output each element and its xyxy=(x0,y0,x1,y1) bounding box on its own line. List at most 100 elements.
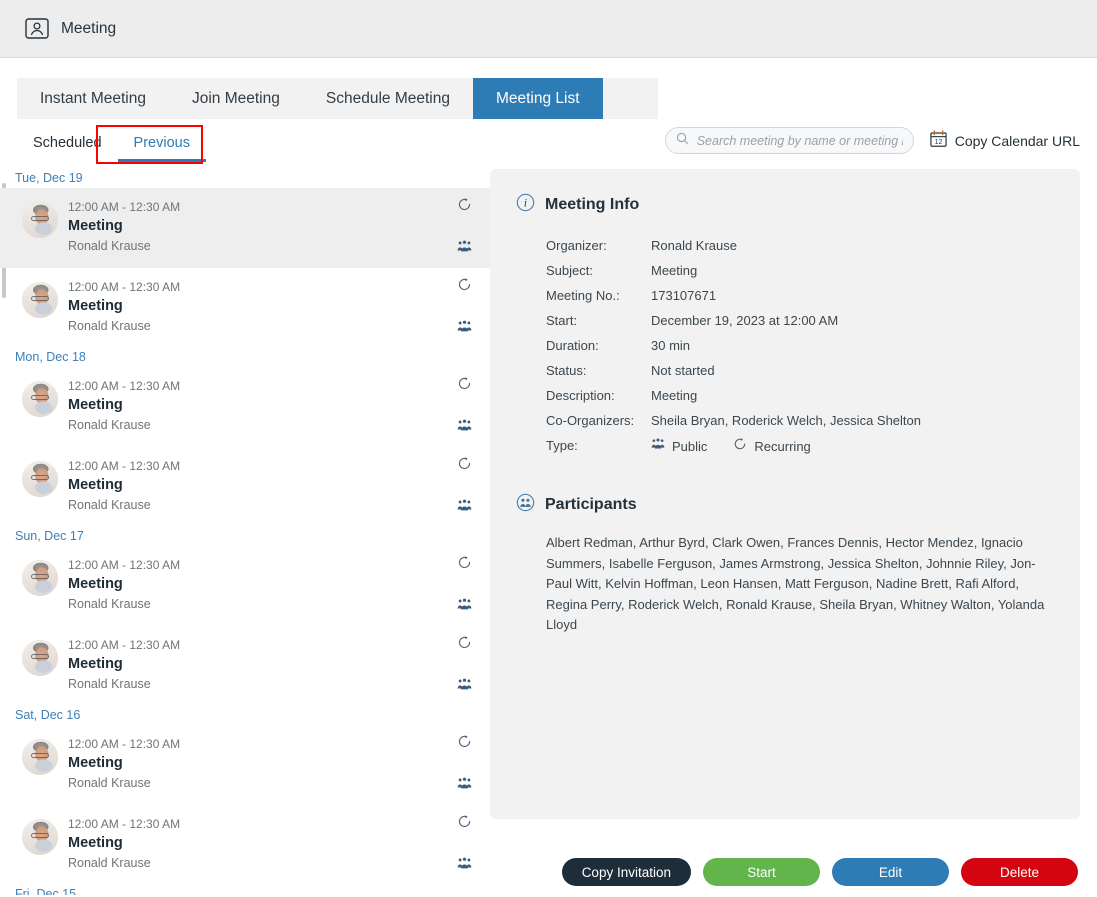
meeting-info-row: Duration: 30 min xyxy=(546,333,921,358)
meeting-organizer: Ronald Krause xyxy=(68,776,151,790)
participants-section: Participants Albert Redman, Arthur Byrd,… xyxy=(516,493,1052,636)
meeting-date-header: Sun, Dec 17 xyxy=(15,529,84,543)
subtab-scheduled[interactable]: Scheduled xyxy=(17,129,118,159)
contact-card-icon xyxy=(25,18,49,39)
meeting-type-recurring-label: Recurring xyxy=(754,438,811,454)
participants-icon xyxy=(457,677,472,697)
meeting-organizer: Ronald Krause xyxy=(68,239,151,253)
meeting-info-row: Description: Meeting xyxy=(546,383,921,408)
subrow-right-controls: 12 Copy Calendar URL xyxy=(664,127,1080,154)
meeting-title: Meeting xyxy=(68,835,123,851)
app-titlebar: Meeting xyxy=(0,0,1097,58)
meeting-row-icons xyxy=(457,456,472,518)
meeting-info-label: Subject: xyxy=(546,263,593,278)
tab-schedule-meeting[interactable]: Schedule Meeting xyxy=(303,78,473,119)
meeting-info-header: i Meeting Info xyxy=(516,193,1052,217)
meeting-row-text: 12:00 AM - 12:30 AM Meeting Ronald Krause xyxy=(68,277,180,336)
tabstrip-wrapper: Instant Meeting Join Meeting Schedule Me… xyxy=(0,58,1097,119)
meeting-details-panel: i Meeting Info Organizer: Ronald Krause Su… xyxy=(490,169,1080,819)
search-icon xyxy=(676,132,689,150)
meeting-info-row: Subject: Meeting xyxy=(546,258,921,283)
search-box[interactable] xyxy=(664,127,914,154)
meeting-date-header: Sat, Dec 16 xyxy=(15,708,81,722)
tab-join-meeting[interactable]: Join Meeting xyxy=(169,78,303,119)
meeting-time: 12:00 AM - 12:30 AM xyxy=(68,280,181,294)
participants-icon xyxy=(457,418,472,438)
meeting-time: 12:00 AM - 12:30 AM xyxy=(68,737,181,751)
meeting-info-label: Status: xyxy=(546,363,587,378)
recurring-icon xyxy=(457,734,472,754)
meeting-organizer: Ronald Krause xyxy=(68,418,151,432)
copy-invitation-button[interactable]: Copy Invitation xyxy=(561,858,691,886)
recurring-icon xyxy=(733,437,747,455)
participants-circle-icon xyxy=(516,493,535,517)
meeting-list-item[interactable]: 12:00 AM - 12:30 AM Meeting Ronald Krause xyxy=(0,626,490,706)
participants-icon xyxy=(457,498,472,518)
participants-icon xyxy=(457,776,472,796)
start-button[interactable]: Start xyxy=(703,858,820,886)
edit-button[interactable]: Edit xyxy=(832,858,949,886)
meeting-info-value: 173107671 xyxy=(651,288,717,303)
meeting-info-label: Organizer: xyxy=(546,238,607,253)
meeting-list-item[interactable]: 12:00 AM - 12:30 AM Meeting Ronald Krause xyxy=(0,546,490,626)
meeting-list-item[interactable]: 12:00 AM - 12:30 AM Meeting Ronald Krause xyxy=(0,188,490,268)
meeting-list-item[interactable]: 12:00 AM - 12:30 AM Meeting Ronald Krause xyxy=(0,447,490,527)
meeting-row-icons xyxy=(457,277,472,339)
avatar xyxy=(22,461,58,497)
recurring-icon xyxy=(457,814,472,834)
meeting-type-value: Public Recurring xyxy=(651,433,921,459)
meeting-info-value: 30 min xyxy=(651,338,691,353)
meeting-title: Meeting xyxy=(68,755,123,771)
participants-icon xyxy=(457,239,472,259)
meeting-row-text: 12:00 AM - 12:30 AM Meeting Ronald Krause xyxy=(68,734,180,793)
meeting-list-item[interactable]: 12:00 AM - 12:30 AM Meeting Ronald Krause xyxy=(0,367,490,447)
meeting-date-header: Mon, Dec 18 xyxy=(15,350,86,364)
meeting-row-text: 12:00 AM - 12:30 AM Meeting Ronald Krause xyxy=(68,197,180,256)
avatar xyxy=(22,739,58,775)
meeting-time: 12:00 AM - 12:30 AM xyxy=(68,379,181,393)
delete-button[interactable]: Delete xyxy=(961,858,1078,886)
svg-text:i: i xyxy=(524,198,527,210)
recurring-icon xyxy=(457,376,472,396)
meeting-time: 12:00 AM - 12:30 AM xyxy=(68,817,181,831)
avatar xyxy=(22,560,58,596)
info-circle-icon: i xyxy=(516,193,535,217)
meeting-organizer: Ronald Krause xyxy=(68,677,151,691)
meeting-row-icons xyxy=(457,734,472,796)
recurring-icon xyxy=(457,197,472,217)
meeting-time: 12:00 AM - 12:30 AM xyxy=(68,638,181,652)
calendar-icon: 12 xyxy=(930,130,947,151)
participants-icon xyxy=(651,437,665,455)
tab-instant-meeting[interactable]: Instant Meeting xyxy=(17,78,169,119)
meeting-row-icons xyxy=(457,376,472,438)
meeting-info-label: Description: xyxy=(546,388,615,403)
avatar xyxy=(22,202,58,238)
meeting-row-text: 12:00 AM - 12:30 AM Meeting Ronald Krause xyxy=(68,635,180,694)
meeting-info-type-row: Type: Public Recurring xyxy=(546,433,921,459)
recurring-icon xyxy=(457,635,472,655)
participants-title: Participants xyxy=(545,496,637,513)
meeting-list[interactable]: Tue, Dec 19 12:00 AM - 12:30 AM Meeting Ron… xyxy=(0,169,490,895)
avatar xyxy=(22,381,58,417)
meeting-info-value: Sheila Bryan, Roderick Welch, Jessica Sh… xyxy=(651,413,921,428)
tab-meeting-list[interactable]: Meeting List xyxy=(472,78,603,119)
meeting-date-header: Tue, Dec 19 xyxy=(15,171,83,185)
meeting-row-icons xyxy=(457,555,472,617)
search-input[interactable] xyxy=(696,133,903,148)
avatar xyxy=(22,640,58,676)
copy-calendar-url-label: Copy Calendar URL xyxy=(954,132,1080,149)
meeting-list-item[interactable]: 12:00 AM - 12:30 AM Meeting Ronald Krause xyxy=(0,725,490,805)
meeting-list-item[interactable]: 12:00 AM - 12:30 AM Meeting Ronald Krause xyxy=(0,268,490,348)
meeting-info-label: Meeting No.: xyxy=(546,288,620,303)
meeting-time: 12:00 AM - 12:30 AM xyxy=(68,200,181,214)
content-area: Tue, Dec 19 12:00 AM - 12:30 AM Meeting Ron… xyxy=(0,169,1097,895)
recurring-icon xyxy=(457,456,472,476)
copy-calendar-url-button[interactable]: 12 Copy Calendar URL xyxy=(930,130,1080,151)
participants-header: Participants xyxy=(516,493,1052,517)
meeting-organizer: Ronald Krause xyxy=(68,319,151,333)
meeting-info-table: Organizer: Ronald Krause Subject: Meeting Me… xyxy=(546,233,921,459)
meeting-info-value: Ronald Krause xyxy=(651,238,737,253)
subtab-previous[interactable]: Previous xyxy=(117,129,206,162)
meeting-type-public-label: Public xyxy=(672,438,708,454)
meeting-info-value: Meeting xyxy=(651,388,698,403)
